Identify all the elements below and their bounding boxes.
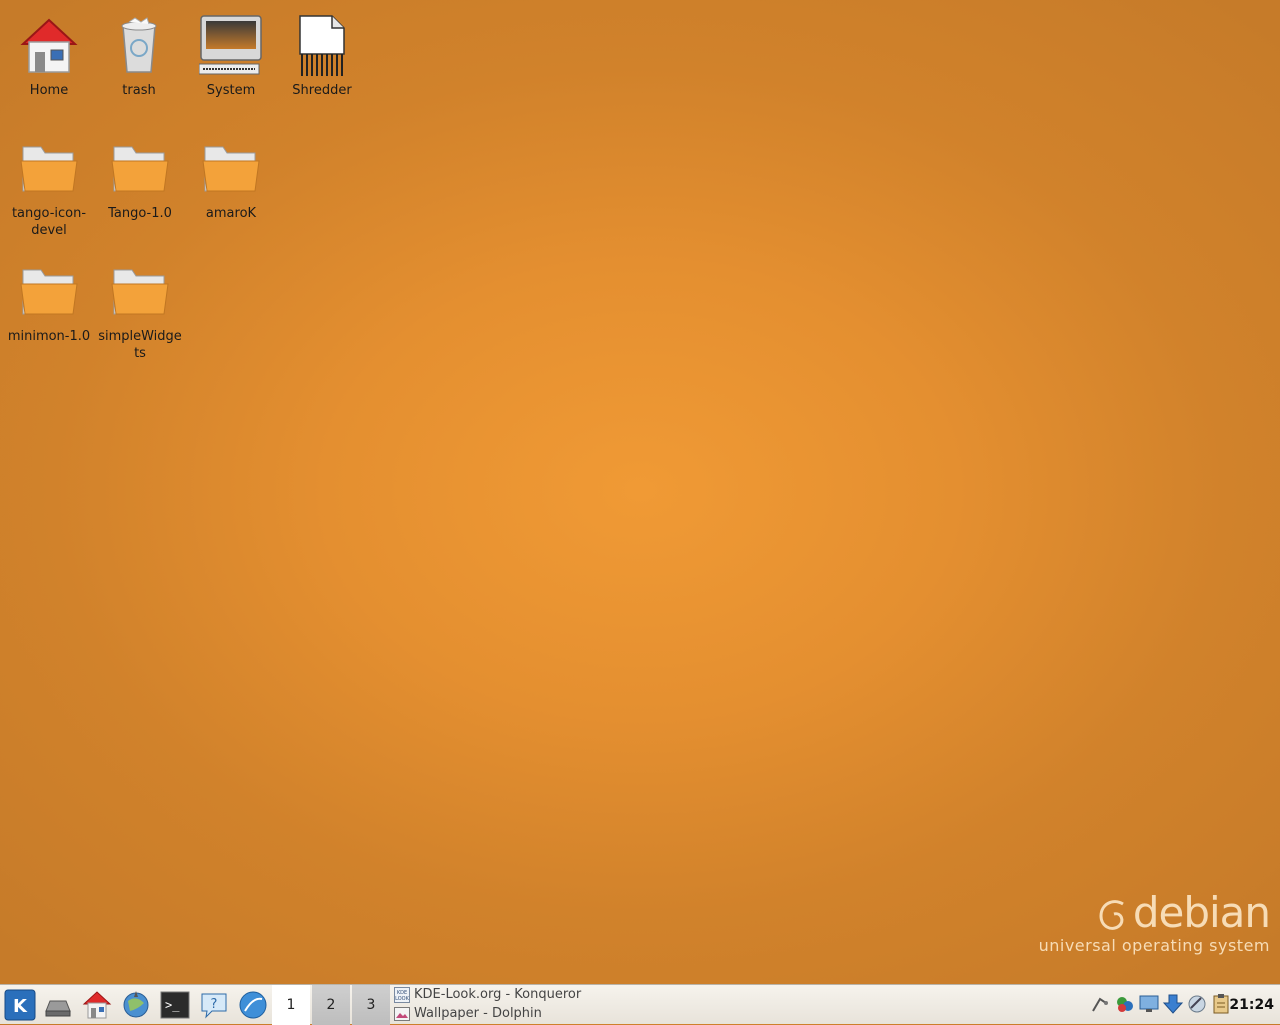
web-browser-icon[interactable] [120, 989, 152, 1021]
task-dolphin[interactable]: Wallpaper - Dolphin [394, 1004, 581, 1023]
satellite-icon[interactable] [1186, 993, 1208, 1015]
computer-icon [199, 15, 262, 75]
desktop-icon-system[interactable]: System [188, 14, 274, 99]
shredder-icon [299, 15, 345, 76]
terminal-icon[interactable]: >_ [159, 989, 191, 1021]
svg-text:?: ? [211, 997, 218, 1012]
desktop-icon-shredder[interactable]: Shredder [279, 14, 365, 99]
desktop-icon-tango-1-0[interactable]: Tango-1.0 [97, 137, 183, 222]
pager-desktop-3[interactable]: 3 [352, 985, 390, 1025]
pager-desktop-2[interactable]: 2 [312, 985, 350, 1025]
virtual-desktop-pager: 1 2 3 [272, 985, 392, 1025]
desktop-icon-label: amaroK [205, 206, 257, 221]
debian-branding: debian universal operating system [1038, 888, 1271, 956]
trash-icon [121, 17, 157, 73]
download-icon[interactable] [1162, 993, 1184, 1015]
task-label: Wallpaper - Dolphin [414, 1006, 542, 1021]
desktop-icon-label: Shredder [292, 83, 352, 98]
desktop-icon-minimon[interactable]: minimon-1.0 [6, 260, 92, 345]
svg-text:LOOK: LOOK [395, 996, 409, 1002]
folder-icon [20, 146, 78, 192]
desktop-icon-label: tango-icon-devel [11, 206, 87, 238]
task-label: KDE-Look.org - Konqueror [414, 987, 582, 1002]
dolphin-icon [394, 1006, 410, 1021]
debian-swirl-icon [1099, 899, 1124, 930]
system-tray [1090, 993, 1232, 1015]
desktop-icon-home[interactable]: Home [6, 14, 92, 99]
debian-logo-text: debian [1132, 888, 1271, 937]
desktop-icon-label: minimon-1.0 [7, 329, 91, 344]
kde-look-icon: KDE LOOK [394, 986, 410, 1003]
svg-text:K: K [13, 996, 28, 1017]
display-icon[interactable] [1138, 993, 1160, 1015]
color-picker-icon[interactable] [1114, 993, 1136, 1015]
desktop-icon-label: Tango-1.0 [108, 206, 172, 221]
kde-menu-icon[interactable]: K [4, 989, 36, 1021]
pager-desktop-1[interactable]: 1 [272, 985, 310, 1025]
home-folder-icon[interactable] [81, 989, 113, 1021]
desktop-icon-label: simpleWidgets [98, 329, 182, 361]
music-player-icon[interactable] [237, 989, 269, 1021]
folder-icon [111, 269, 169, 315]
folder-icon [20, 269, 78, 315]
debian-tagline: universal operating system [1038, 936, 1270, 955]
folder-icon [202, 146, 260, 192]
debian-logo: debian [1039, 888, 1271, 937]
desktop-icon-label: System [206, 83, 256, 98]
storage-drive-icon[interactable] [42, 989, 74, 1021]
desktop-icon-tango-icon-devel[interactable]: tango-icon-devel [6, 137, 92, 239]
desktop-icon-simplewidgets[interactable]: simpleWidgets [97, 260, 183, 362]
desktop-icon-label: trash [122, 83, 156, 98]
folder-icon [111, 146, 169, 192]
task-konqueror[interactable]: KDE LOOK KDE-Look.org - Konqueror [394, 985, 581, 1004]
taskbar: K >_ ? 1 2 3 KDE LOOK KDE-Look.org - Kon… [0, 984, 1280, 1025]
desktop-icon-amarok[interactable]: amaroK [188, 137, 274, 222]
network-icon[interactable] [1090, 993, 1112, 1015]
desktop-icon-label: Home [29, 83, 69, 98]
task-list: KDE LOOK KDE-Look.org - Konqueror Wallpa… [394, 985, 581, 1025]
home-icon [20, 18, 78, 73]
desktop-icon-trash[interactable]: trash [96, 14, 182, 99]
clock[interactable]: 21:24 [1229, 985, 1274, 1025]
svg-text:>_: >_ [165, 998, 180, 1012]
desktop: Home trash System Shredder tango-icon-de… [0, 0, 1280, 984]
help-icon[interactable]: ? [198, 989, 230, 1021]
